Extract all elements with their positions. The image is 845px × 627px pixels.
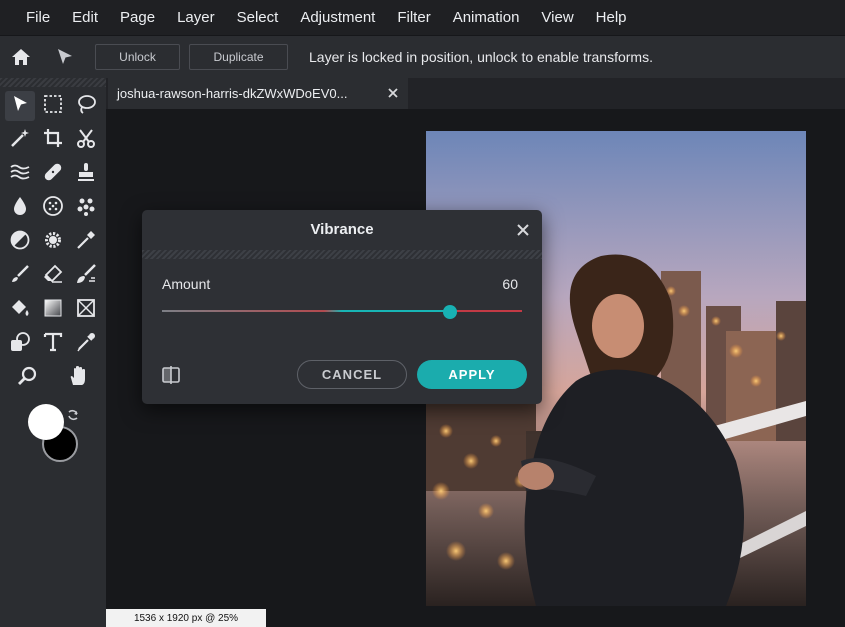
magic-wand-tool[interactable] xyxy=(5,125,35,155)
gradient-tool[interactable] xyxy=(38,295,68,325)
drawing-tool-icon xyxy=(9,331,31,358)
menu-file[interactable]: File xyxy=(0,0,61,35)
zoom-tool[interactable] xyxy=(13,363,43,393)
document-tab-strip: joshua-rawson-harris-dkZWxWDoEV0... xyxy=(106,78,845,109)
crop-tool[interactable] xyxy=(38,125,68,155)
sponge-tool[interactable] xyxy=(38,193,68,223)
menu-page[interactable]: Page xyxy=(109,0,166,35)
amount-value: 60 xyxy=(502,276,518,292)
eraser-icon xyxy=(42,263,64,290)
liquify-tool[interactable] xyxy=(5,159,35,189)
document-tab-title: joshua-rawson-harris-dkZWxWDoEV0... xyxy=(117,86,348,101)
zoom-icon xyxy=(17,365,39,392)
shape-frame-tool[interactable] xyxy=(71,295,101,325)
dots-pattern-icon xyxy=(75,195,97,222)
healing-bandage-icon xyxy=(42,161,64,188)
move-arrow-icon[interactable] xyxy=(54,46,76,68)
text-tool[interactable] xyxy=(38,329,68,359)
eyedropper-tool[interactable] xyxy=(71,329,101,359)
lasso-tool-icon xyxy=(75,93,97,120)
stamp-tool[interactable] xyxy=(71,159,101,189)
color-picker-icon xyxy=(75,229,97,256)
photo-editor-app: File Edit Page Layer Select Adjustment F… xyxy=(0,0,845,627)
pattern-tool[interactable] xyxy=(71,193,101,223)
magic-wand-icon xyxy=(9,127,31,154)
menu-filter[interactable]: Filter xyxy=(386,0,441,35)
home-icon[interactable] xyxy=(10,46,32,68)
slider-track[interactable] xyxy=(162,310,522,312)
lasso-tool[interactable] xyxy=(71,91,101,121)
crop-tool-icon xyxy=(42,127,64,154)
drawing-tool[interactable] xyxy=(5,329,35,359)
marquee-tool-icon xyxy=(42,93,64,120)
menu-bar: File Edit Page Layer Select Adjustment F… xyxy=(0,0,845,35)
eyedropper-icon xyxy=(75,331,97,358)
gradient-icon xyxy=(42,297,64,324)
sponge-icon xyxy=(42,195,64,222)
menu-adjustment[interactable]: Adjustment xyxy=(289,0,386,35)
document-tab[interactable]: joshua-rawson-harris-dkZWxWDoEV0... xyxy=(108,78,408,109)
smudge-tool[interactable] xyxy=(71,261,101,291)
eraser-tool[interactable] xyxy=(38,261,68,291)
paint-bucket-tool[interactable] xyxy=(5,295,35,325)
vibrance-dialog: Vibrance Amount 60 CANCEL APPLY xyxy=(142,210,542,404)
compare-icon[interactable] xyxy=(160,364,182,386)
paint-bucket-icon xyxy=(9,297,31,324)
healing-tool[interactable] xyxy=(38,159,68,189)
image-size-status: 1536 x 1920 px @ 25% xyxy=(106,609,266,627)
menu-animation[interactable]: Animation xyxy=(442,0,531,35)
shape-frame-icon xyxy=(75,297,97,324)
swap-colors-icon[interactable] xyxy=(66,408,80,422)
adjust-tool[interactable] xyxy=(38,227,68,257)
cut-tool-icon xyxy=(75,127,97,154)
dialog-title: Vibrance xyxy=(310,221,374,238)
close-icon[interactable] xyxy=(516,223,530,237)
slider-knob[interactable] xyxy=(443,305,457,319)
gear-icon xyxy=(42,229,64,256)
menu-select[interactable]: Select xyxy=(226,0,290,35)
marquee-tool[interactable] xyxy=(38,91,68,121)
cut-tool[interactable] xyxy=(71,125,101,155)
panel-grip[interactable] xyxy=(0,78,106,87)
menu-help[interactable]: Help xyxy=(585,0,638,35)
options-bar: Unlock Duplicate Layer is locked in posi… xyxy=(0,35,845,78)
unlock-button[interactable]: Unlock xyxy=(95,44,180,70)
tools-panel xyxy=(0,78,106,627)
dialog-drag-stripe[interactable] xyxy=(142,250,542,259)
hand-icon xyxy=(67,365,89,392)
blur-drop-icon xyxy=(9,195,31,222)
liquify-icon xyxy=(9,161,31,188)
amount-label: Amount xyxy=(162,276,211,292)
stamp-icon xyxy=(75,161,97,188)
dodge-burn-tool[interactable] xyxy=(5,227,35,257)
amount-slider[interactable] xyxy=(162,305,522,319)
close-icon[interactable] xyxy=(386,86,400,100)
duplicate-button[interactable]: Duplicate xyxy=(189,44,288,70)
blur-tool[interactable] xyxy=(5,193,35,223)
brush-icon xyxy=(9,263,31,290)
cancel-button[interactable]: CANCEL xyxy=(297,360,407,389)
menu-view[interactable]: View xyxy=(530,0,584,35)
apply-button[interactable]: APPLY xyxy=(417,360,527,389)
foreground-color-swatch[interactable] xyxy=(28,404,64,440)
menu-edit[interactable]: Edit xyxy=(61,0,109,35)
move-tool-icon xyxy=(9,93,31,120)
dodge-burn-icon xyxy=(9,229,31,256)
brush-tool[interactable] xyxy=(5,261,35,291)
move-tool[interactable] xyxy=(5,91,35,121)
hand-tool[interactable] xyxy=(63,363,93,393)
text-tool-icon xyxy=(42,331,64,358)
color-picker-tool[interactable] xyxy=(71,227,101,257)
lock-status-message: Layer is locked in position, unlock to e… xyxy=(309,49,653,65)
menu-layer[interactable]: Layer xyxy=(166,0,226,35)
smudge-brush-icon xyxy=(75,263,97,290)
